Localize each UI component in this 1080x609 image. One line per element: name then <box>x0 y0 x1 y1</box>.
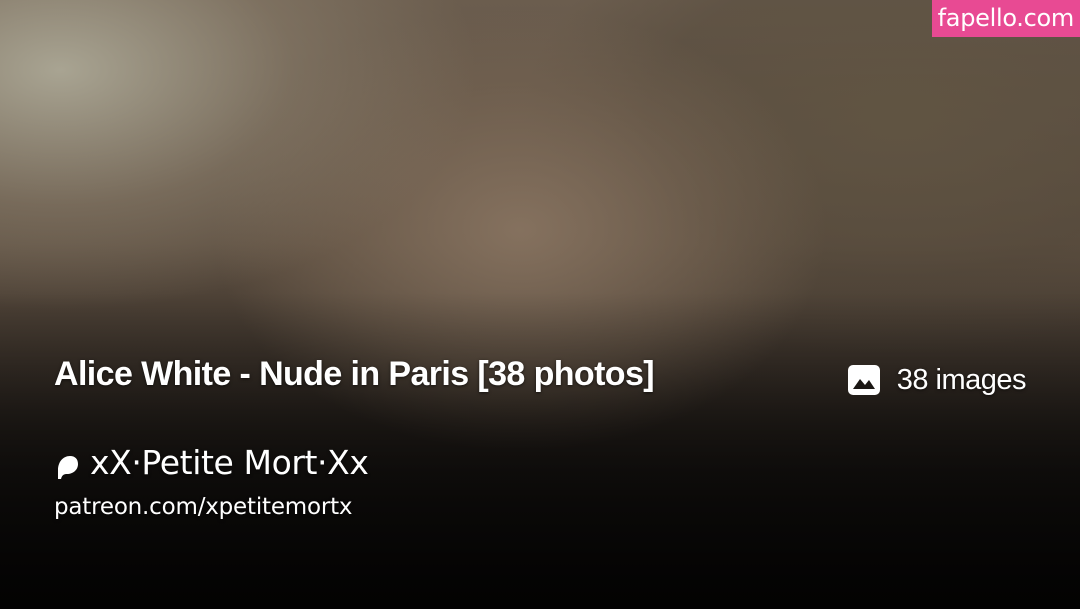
creator-name-label: xX·Petite Mort·Xx <box>90 442 369 482</box>
image-count-label: 38 images <box>896 363 1027 396</box>
image-icon <box>847 363 881 397</box>
image-count: 38 images <box>847 360 1027 400</box>
creator-url[interactable]: patreon.com/xpetitemortx <box>54 491 353 523</box>
post-title: Alice White - Nude in Paris [38 photos] <box>54 355 655 393</box>
creator-name: xX·Petite Mort·Xx <box>54 440 369 484</box>
patreon-icon <box>54 449 80 479</box>
site-watermark: fapello.com <box>931 0 1080 37</box>
